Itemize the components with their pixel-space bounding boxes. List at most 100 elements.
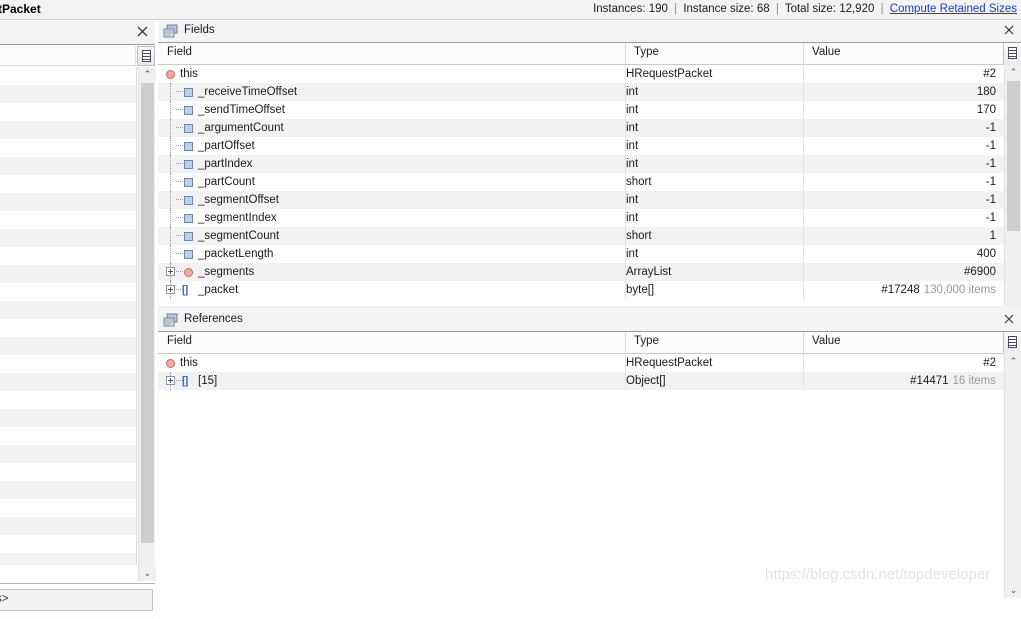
column-divider[interactable] bbox=[803, 43, 804, 65]
close-icon[interactable] bbox=[1003, 313, 1015, 328]
list-item[interactable] bbox=[0, 463, 136, 481]
column-header-type[interactable]: Type bbox=[634, 335, 659, 347]
right-content-area: Fields Field Type Value this HRequestPack… bbox=[158, 21, 1021, 598]
grid-icon[interactable] bbox=[1003, 43, 1021, 65]
scrollbar-thumb[interactable] bbox=[1007, 81, 1020, 231]
tree-dots bbox=[176, 127, 183, 128]
column-divider[interactable] bbox=[625, 43, 626, 65]
tree-line bbox=[170, 173, 171, 191]
list-item[interactable] bbox=[0, 427, 136, 445]
compute-retained-sizes-link[interactable]: Compute Retained Sizes bbox=[890, 3, 1017, 15]
field-name: this bbox=[180, 68, 198, 80]
list-item[interactable] bbox=[0, 373, 136, 391]
grid-icon[interactable] bbox=[137, 46, 155, 66]
fields-scrollbar[interactable]: ⌃ ⌄ bbox=[1004, 65, 1021, 325]
scroll-up-icon[interactable]: ⌃ bbox=[1005, 65, 1021, 80]
table-row[interactable]: _segmentCount short 1 bbox=[158, 227, 1004, 245]
table-row[interactable]: [] [15] Object[] #14471 16 items bbox=[158, 372, 1004, 390]
close-icon[interactable] bbox=[1003, 24, 1015, 39]
field-name: _partCount bbox=[198, 176, 255, 188]
tree-dots bbox=[176, 253, 183, 254]
list-item[interactable] bbox=[0, 337, 136, 355]
list-item[interactable] bbox=[0, 283, 136, 301]
column-header-field[interactable]: Field bbox=[167, 46, 192, 58]
list-item[interactable] bbox=[0, 85, 136, 103]
column-header-value[interactable]: Value bbox=[812, 335, 841, 347]
left-panel-footer: s> bbox=[0, 583, 155, 619]
table-row[interactable]: _receiveTimeOffset int 180 bbox=[158, 83, 1004, 101]
list-item[interactable] bbox=[0, 67, 136, 85]
list-item[interactable] bbox=[0, 445, 136, 463]
left-panel-scrollbar[interactable]: ⌃ ⌄ bbox=[138, 67, 156, 581]
list-item[interactable] bbox=[0, 175, 136, 193]
list-item[interactable] bbox=[0, 139, 136, 157]
field-type: short bbox=[626, 176, 652, 188]
instance-stats: Instances: 190 | Instance size: 68 | Tot… bbox=[593, 3, 1017, 15]
filter-input[interactable] bbox=[0, 589, 153, 611]
list-item[interactable] bbox=[0, 301, 136, 319]
table-row[interactable]: _partCount short -1 bbox=[158, 173, 1004, 191]
scroll-down-icon[interactable]: ⌄ bbox=[1005, 583, 1021, 598]
list-item[interactable] bbox=[0, 247, 136, 265]
list-item[interactable] bbox=[0, 499, 136, 517]
field-type: int bbox=[626, 158, 639, 170]
column-divider[interactable] bbox=[625, 332, 626, 354]
scroll-up-icon[interactable]: ⌃ bbox=[139, 67, 156, 82]
table-row[interactable]: [] _packet byte[] #17248 130,000 items bbox=[158, 281, 1004, 299]
table-row[interactable]: _segmentOffset int -1 bbox=[158, 191, 1004, 209]
scroll-up-icon[interactable]: ⌃ bbox=[1005, 354, 1021, 369]
grid-icon[interactable] bbox=[1003, 332, 1021, 354]
expand-icon[interactable] bbox=[166, 267, 175, 276]
list-item[interactable] bbox=[0, 355, 136, 373]
table-row[interactable]: _partIndex int -1 bbox=[158, 155, 1004, 173]
table-row[interactable]: _segmentIndex int -1 bbox=[158, 209, 1004, 227]
references-panel-header: References bbox=[158, 310, 1021, 332]
expand-icon[interactable] bbox=[166, 376, 175, 385]
list-item[interactable] bbox=[0, 265, 136, 283]
list-item[interactable] bbox=[0, 391, 136, 409]
scrollbar-thumb[interactable] bbox=[141, 83, 154, 543]
references-scrollbar[interactable]: ⌃ ⌄ bbox=[1004, 354, 1021, 598]
filter-input-text: s> bbox=[0, 593, 9, 605]
tree-line bbox=[170, 209, 171, 227]
list-item[interactable] bbox=[0, 103, 136, 121]
table-row[interactable]: _packetLength int 400 bbox=[158, 245, 1004, 263]
list-item[interactable] bbox=[0, 211, 136, 229]
field-value: #17248 130,000 items bbox=[804, 281, 996, 299]
value-primary: -1 bbox=[985, 122, 996, 134]
list-item[interactable] bbox=[0, 229, 136, 247]
table-row[interactable]: _sendTimeOffset int 170 bbox=[158, 101, 1004, 119]
fields-table-body: this HRequestPacket #2 _receiveTimeOffset in… bbox=[158, 65, 1004, 325]
fields-table-header: Field Type Value bbox=[158, 43, 1021, 65]
tree-line bbox=[170, 101, 171, 119]
list-item[interactable] bbox=[0, 535, 136, 553]
list-item[interactable] bbox=[0, 409, 136, 427]
references-icon bbox=[163, 313, 179, 328]
instance-size-value: 68 bbox=[756, 3, 770, 15]
list-item[interactable] bbox=[0, 553, 136, 565]
list-item[interactable] bbox=[0, 481, 136, 499]
array-icon: [] bbox=[182, 284, 188, 296]
scroll-down-icon[interactable]: ⌄ bbox=[139, 566, 156, 581]
column-header-type[interactable]: Type bbox=[634, 46, 659, 58]
expand-icon[interactable] bbox=[166, 285, 175, 294]
list-item[interactable] bbox=[0, 121, 136, 139]
list-item[interactable] bbox=[0, 193, 136, 211]
table-row[interactable]: _argumentCount int -1 bbox=[158, 119, 1004, 137]
table-row[interactable]: _segments ArrayList #6900 bbox=[158, 263, 1004, 281]
tree-line bbox=[170, 245, 171, 263]
column-divider[interactable] bbox=[803, 332, 804, 354]
table-row[interactable]: this HRequestPacket #2 bbox=[158, 65, 1004, 83]
field-name: _receiveTimeOffset bbox=[198, 86, 298, 98]
list-item[interactable] bbox=[0, 319, 136, 337]
list-item[interactable] bbox=[0, 517, 136, 535]
close-icon[interactable] bbox=[136, 25, 149, 38]
list-item[interactable] bbox=[0, 157, 136, 175]
table-row[interactable]: _partOffset int -1 bbox=[158, 137, 1004, 155]
table-row[interactable]: this HRequestPacket #2 bbox=[158, 354, 1004, 372]
column-header-field[interactable]: Field bbox=[167, 335, 192, 347]
column-header-value[interactable]: Value bbox=[812, 46, 841, 58]
tree-line bbox=[170, 227, 171, 245]
tree-dots bbox=[176, 109, 183, 110]
field-name: _packet bbox=[198, 284, 239, 296]
